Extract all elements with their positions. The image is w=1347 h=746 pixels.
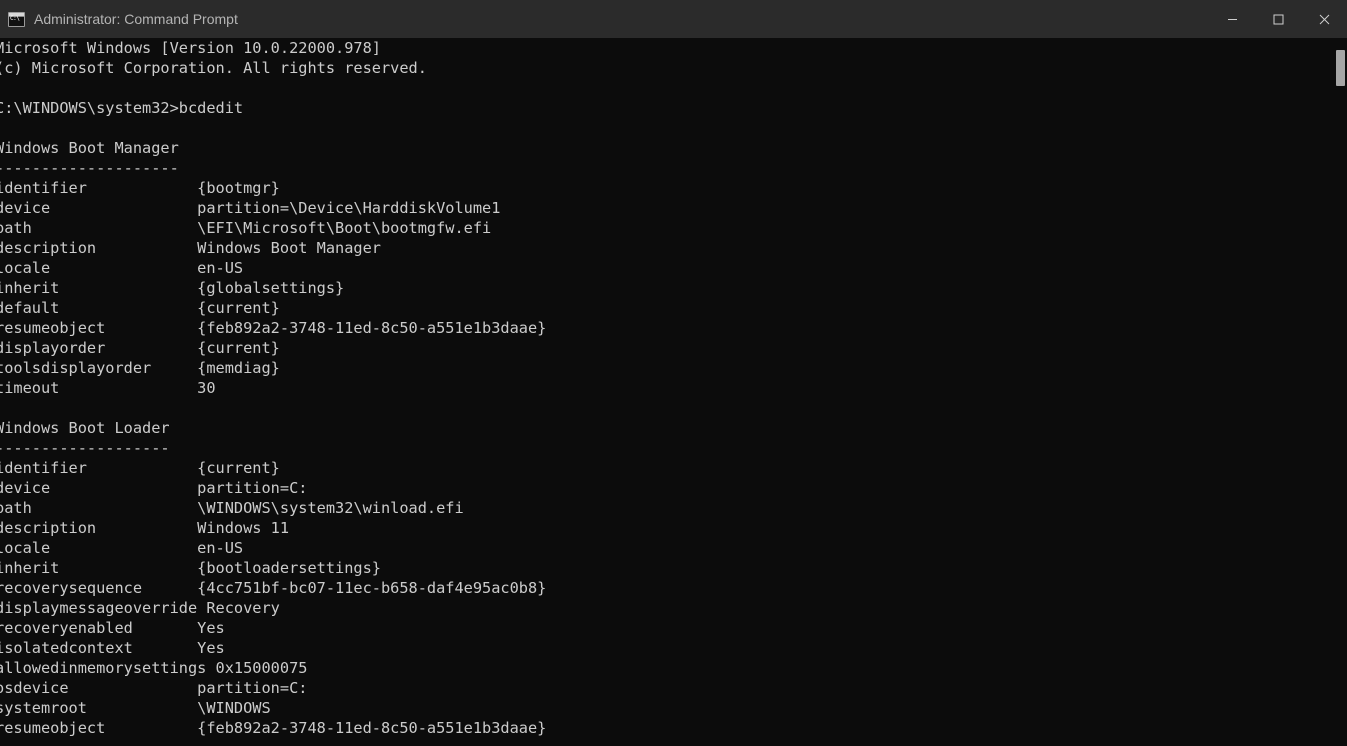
maximize-icon <box>1273 14 1284 25</box>
close-icon <box>1319 14 1330 25</box>
console-text: Microsoft Windows [Version 10.0.22000.97… <box>0 38 546 738</box>
window-titlebar[interactable]: C:\ Administrator: Command Prompt <box>0 0 1347 38</box>
window-title: Administrator: Command Prompt <box>34 11 238 27</box>
terminal-output-area[interactable]: Microsoft Windows [Version 10.0.22000.97… <box>0 38 1347 746</box>
close-button[interactable] <box>1301 0 1347 38</box>
maximize-button[interactable] <box>1255 0 1301 38</box>
scrollbar-thumb[interactable] <box>1336 50 1345 86</box>
command-prompt-icon: C:\ <box>8 12 25 27</box>
icon-prompt-glyph: C:\ <box>10 16 19 22</box>
minimize-icon <box>1227 14 1238 25</box>
minimize-button[interactable] <box>1209 0 1255 38</box>
command-prompt-window: C:\ Administrator: Command Prompt Micros… <box>0 0 1347 746</box>
terminal-scrollbar[interactable] <box>1332 38 1347 746</box>
